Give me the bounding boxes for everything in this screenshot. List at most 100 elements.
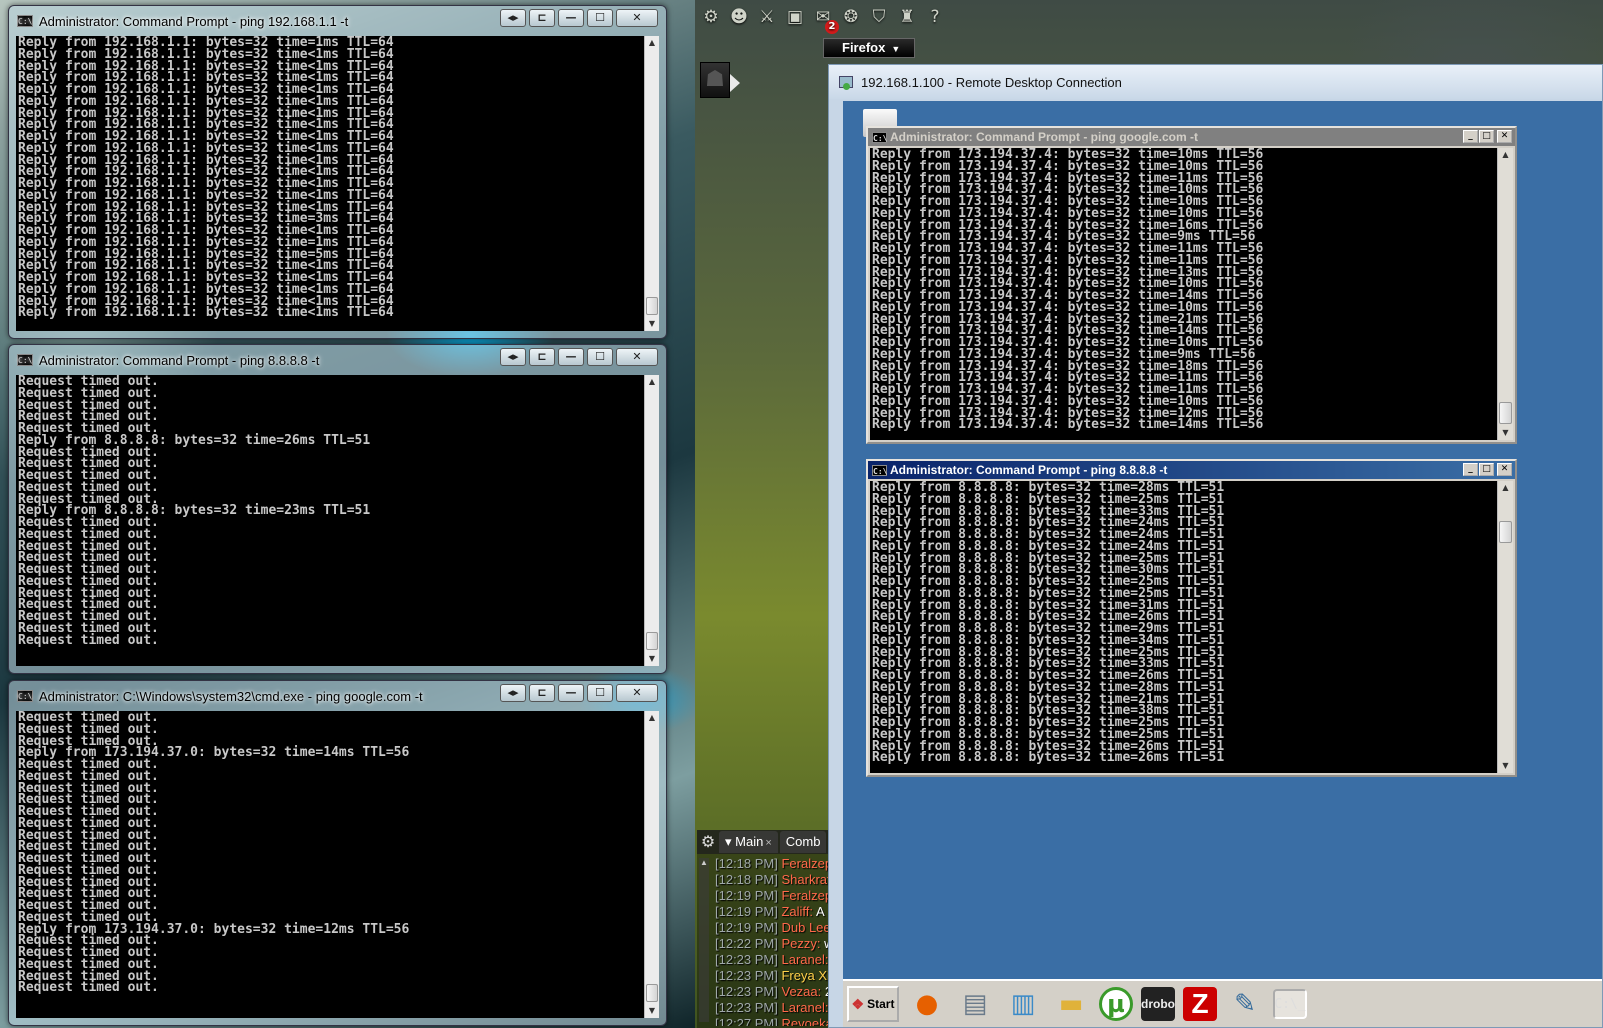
close-button[interactable]: ✕ <box>616 9 658 27</box>
restore-icon[interactable]: ◂▸ <box>500 348 526 366</box>
chat-message: [12:22 PM] Pezzy: w <box>715 936 845 952</box>
console-area[interactable]: Request timed out. Request timed out. Requ… <box>16 375 659 666</box>
help-icon[interactable]: ? <box>924 6 946 28</box>
chat-player-name[interactable]: Dub Lee: <box>781 920 834 935</box>
chat-player-name[interactable]: Freya Xl: <box>781 968 833 983</box>
restore-icon[interactable]: ◂▸ <box>500 684 526 702</box>
firefox-icon[interactable]: ● <box>907 984 947 1024</box>
server-manager-icon[interactable]: ▤ <box>955 984 995 1024</box>
avatar[interactable]: ☗ <box>700 62 730 98</box>
close-button[interactable]: ✕ <box>616 348 658 366</box>
chat-player-name[interactable]: Laranel: <box>781 1000 828 1015</box>
scroll-down-icon[interactable]: ▼ <box>645 1004 659 1018</box>
close-button[interactable]: ✕ <box>616 684 658 702</box>
python-icon[interactable]: ✎ <box>1225 984 1265 1024</box>
console-area[interactable]: Request timed out. Request timed out. Requ… <box>16 711 659 1018</box>
cmd-icon[interactable]: C:\_ <box>1273 989 1307 1019</box>
chat-settings-icon[interactable]: ⚙ <box>699 832 717 852</box>
scroll-down-icon[interactable]: ▼ <box>645 652 659 666</box>
chat-timestamp: [12:23 PM] <box>715 952 782 967</box>
firefox-taskbar-tab[interactable]: Firefox ▼ <box>823 38 915 58</box>
start-button[interactable]: ❖ Start <box>847 986 899 1022</box>
scroll-up-icon[interactable]: ▲ <box>645 375 659 389</box>
pin-icon[interactable]: ⊏ <box>529 348 555 366</box>
scroll-up-icon[interactable]: ▲ <box>645 36 659 50</box>
filezilla-icon[interactable]: Z <box>1183 987 1217 1021</box>
minimize-button[interactable]: — <box>558 348 584 366</box>
bag-icon[interactable]: ▣ <box>784 6 806 28</box>
maximize-button[interactable]: ☐ <box>587 9 613 27</box>
chat-timestamp: [12:23 PM] <box>715 984 782 999</box>
vertical-scrollbar[interactable]: ▲ ▼ <box>1497 148 1513 440</box>
chat-player-name[interactable]: Feralzepl <box>781 856 834 871</box>
mail-icon[interactable]: ✉ 2 <box>812 6 839 34</box>
vertical-scrollbar[interactable]: ▲ ▼ <box>1497 481 1513 773</box>
window-titlebar[interactable]: C:\ Administrator: Command Prompt - ping… <box>868 461 1515 479</box>
vertical-scrollbar[interactable]: ▲ ▼ <box>644 711 659 1018</box>
utorrent-icon[interactable]: µ <box>1099 987 1133 1021</box>
chat-tab-combat[interactable]: Comb <box>779 831 827 853</box>
gear-icon[interactable]: ⚙ <box>700 6 722 28</box>
rdp-titlebar[interactable]: 192.168.1.100 - Remote Desktop Connectio… <box>829 65 1602 99</box>
sword-icon[interactable]: ⚔ <box>756 6 778 28</box>
vertical-scrollbar[interactable]: ▲ ▼ <box>644 375 659 666</box>
tower-icon[interactable]: ♜ <box>896 6 918 28</box>
chat-player-name[interactable]: Zaliff: <box>781 904 813 919</box>
window-controls: ◂▸ ⊏ — ☐ ✕ <box>500 9 658 27</box>
console-area[interactable]: Reply from 8.8.8.8: bytes=32 time=28ms T… <box>870 481 1513 773</box>
window-controls: _ □ ✕ <box>1463 463 1512 476</box>
chat-player-name[interactable]: Sharkrat: <box>781 872 834 887</box>
scroll-down-icon[interactable]: ▼ <box>1498 759 1513 773</box>
shield-icon[interactable]: ⛉ <box>868 6 890 28</box>
maximize-button[interactable]: ☐ <box>587 684 613 702</box>
chat-scrollbar[interactable]: ▲ <box>699 858 709 1022</box>
close-button[interactable]: ✕ <box>1497 130 1512 143</box>
scroll-down-icon[interactable]: ▼ <box>645 317 659 331</box>
chat-message: [12:23 PM] Laranel: <box>715 952 845 968</box>
remote-cmd-window-ping-google[interactable]: C:\ Administrator: Command Prompt - ping… <box>866 126 1517 444</box>
minimize-button[interactable]: _ <box>1463 130 1478 143</box>
chat-tab-main[interactable]: ▾ Main × <box>719 831 778 853</box>
windows-logo-icon: ❖ <box>851 995 865 1012</box>
maximize-button[interactable]: □ <box>1479 463 1494 476</box>
vertical-scrollbar[interactable]: ▲ ▼ <box>644 36 659 331</box>
scroll-down-icon[interactable]: ▼ <box>1498 426 1513 440</box>
remote-cmd-window-ping-google-dns[interactable]: C:\ Administrator: Command Prompt - ping… <box>866 459 1517 777</box>
scroll-up-icon[interactable]: ▲ <box>1498 481 1513 495</box>
window-titlebar[interactable]: C:\ Administrator: Command Prompt - ping… <box>868 128 1515 146</box>
console-area[interactable]: Reply from 173.194.37.4: bytes=32 time=1… <box>870 148 1513 440</box>
guild-icon[interactable]: ❂ <box>840 6 862 28</box>
chat-message: [12:23 PM] Vezaa: 250 <box>715 984 845 1000</box>
minimize-button[interactable]: _ <box>1463 463 1478 476</box>
scroll-thumb[interactable] <box>646 297 658 315</box>
console-line: Request timed out. <box>18 980 159 996</box>
scroll-up-icon[interactable]: ▲ <box>645 711 659 725</box>
scroll-thumb[interactable] <box>646 632 658 650</box>
cmd-window-ping-router[interactable]: C:\ Administrator: Command Prompt - ping… <box>8 5 667 339</box>
network-icon[interactable]: ▥ <box>1003 984 1043 1024</box>
console-area[interactable]: Reply from 192.168.1.1: bytes=32 time=1m… <box>16 36 659 331</box>
folder-icon[interactable]: ▬ <box>1051 984 1091 1024</box>
pin-icon[interactable]: ⊏ <box>529 684 555 702</box>
restore-icon[interactable]: ◂▸ <box>500 9 526 27</box>
close-icon[interactable]: × <box>765 837 771 849</box>
maximize-button[interactable]: ☐ <box>587 348 613 366</box>
chat-player-name[interactable]: Vezaa: <box>781 984 821 999</box>
chat-player-name[interactable]: Pezzy: <box>781 936 820 951</box>
minimize-button[interactable]: — <box>558 9 584 27</box>
close-button[interactable]: ✕ <box>1497 463 1512 476</box>
scroll-thumb[interactable] <box>1499 521 1512 543</box>
minimize-button[interactable]: — <box>558 684 584 702</box>
chat-player-name[interactable]: Laranel: <box>781 952 828 967</box>
maximize-button[interactable]: □ <box>1479 130 1494 143</box>
scroll-up-icon[interactable]: ▲ <box>1498 148 1513 162</box>
chat-player-name[interactable]: Feralzepl <box>781 888 834 903</box>
expand-arrow-icon[interactable] <box>730 74 740 92</box>
scroll-thumb[interactable] <box>646 984 658 1002</box>
cmd-window-ping-google-dns[interactable]: C:\ Administrator: Command Prompt - ping… <box>8 344 667 674</box>
group-icon[interactable]: ☻ <box>728 6 750 28</box>
scroll-thumb[interactable] <box>1499 402 1512 424</box>
cmd-window-ping-google[interactable]: C:\ Administrator: C:\Windows\system32\c… <box>8 680 667 1026</box>
drobo-icon[interactable]: drobo <box>1141 987 1175 1021</box>
pin-icon[interactable]: ⊏ <box>529 9 555 27</box>
